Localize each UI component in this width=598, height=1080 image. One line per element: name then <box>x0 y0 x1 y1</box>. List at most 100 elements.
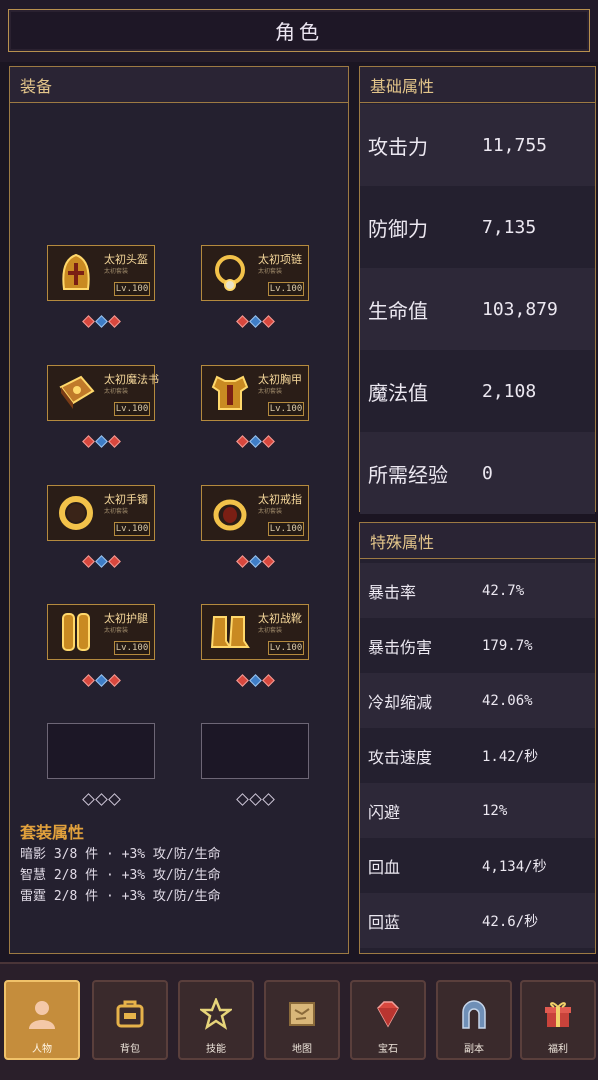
special-attributes-panel: 特殊属性 暴击率 42.7% 暴击伤害 179.7% 冷却缩减 42.06% 攻… <box>359 522 596 954</box>
equipment-slot[interactable]: 太初战靴 太初套装 Lv.100 <box>201 604 309 660</box>
attr-row-mp: 魔法值 2,108 <box>360 350 595 432</box>
equipment-slot[interactable]: 太初胸甲太初套装 Lv.100 <box>201 365 309 421</box>
equipment-slot[interactable]: 太初项链 太初套装 Lv.100 <box>201 245 309 301</box>
attr-label: 生命值 <box>368 298 428 323</box>
equipment-level: Lv.100 <box>114 522 150 536</box>
top-bar: 角色 <box>0 0 598 62</box>
equipment-slot[interactable]: 太初护腿太初套装 Lv.100 <box>47 604 155 660</box>
equipment-level: Lv.100 <box>114 282 150 296</box>
map-icon <box>282 994 322 1034</box>
attr-value: 4,134/秒 <box>482 858 547 875</box>
gem-sockets <box>71 435 131 449</box>
equipment-name: 太初手镯 <box>104 493 148 506</box>
attr-label: 攻击力 <box>368 134 428 159</box>
attr-value: 11,755 <box>482 134 548 156</box>
nav-label: 背包 <box>120 1044 140 1055</box>
empty-equipment-slot[interactable] <box>201 723 309 779</box>
attr-value: 0 <box>482 462 493 484</box>
red-gem-icon <box>235 674 249 687</box>
gem-sockets <box>225 674 285 688</box>
empty-socket-icon <box>235 793 249 806</box>
equipment-panel-title: 装备 <box>10 67 348 103</box>
character-icon <box>22 994 62 1034</box>
blue-gem-icon <box>248 315 262 328</box>
chestplate-icon <box>206 369 254 417</box>
attr-row-dodge: 闪避 12% <box>360 783 595 838</box>
red-gem-icon <box>81 674 95 687</box>
attr-row-crit-damage: 暴击伤害 179.7% <box>360 618 595 673</box>
equipment-set-name: 太初套装 <box>104 508 129 515</box>
equipment-slot[interactable]: 太初手镯太初套装 Lv.100 <box>47 485 155 541</box>
equipment-set-name: 太初套装 <box>104 627 129 634</box>
attr-row-attack: 攻击力 11,755 <box>360 104 595 186</box>
attr-value: 7,135 <box>482 216 537 238</box>
equipment-set-name: 太初套装 <box>104 388 129 395</box>
dungeon-icon <box>454 994 494 1034</box>
attr-row-crit-rate: 暴击率 42.7% <box>360 563 595 618</box>
red-gem-icon <box>235 555 249 568</box>
gem-sockets <box>71 793 131 807</box>
equipment-slot[interactable]: 太初魔法书太初套装 Lv.100 <box>47 365 159 421</box>
set-bonus-line-shadow: 暗影 3/8 件 · +3% 攻/防/生命 <box>20 847 221 862</box>
nav-label: 技能 <box>206 1044 226 1055</box>
equipment-set-name: 太初套装 <box>258 388 283 395</box>
helmet-icon <box>52 249 100 297</box>
attr-label: 回血 <box>368 857 401 877</box>
red-gem-icon <box>235 435 249 448</box>
equipment-slot[interactable]: 太初头盔太初套装 Lv.100 <box>47 245 155 301</box>
nav-skill-button[interactable]: 技能 <box>178 980 254 1060</box>
spellbook-icon <box>52 369 100 417</box>
blue-gem-icon <box>248 674 262 687</box>
nav-dungeon-button[interactable]: 副本 <box>436 980 512 1060</box>
nav-label: 宝石 <box>378 1044 398 1055</box>
red-gem-icon <box>107 674 121 687</box>
equipment-set-name: 太初套装 <box>104 268 129 275</box>
blue-gem-icon <box>94 555 108 568</box>
red-gem-icon <box>81 315 95 328</box>
set-bonus-line-thunder: 雷霆 2/8 件 · +3% 攻/防/生命 <box>20 889 221 904</box>
equipment-level: Lv.100 <box>114 641 150 655</box>
nav-gift-button[interactable]: 福利 <box>520 980 596 1060</box>
blue-gem-icon <box>94 674 108 687</box>
attr-label: 魔法值 <box>368 380 428 405</box>
nav-label: 地图 <box>292 1044 312 1055</box>
nav-gem-button[interactable]: 宝石 <box>350 980 426 1060</box>
leggings-icon <box>52 608 100 656</box>
equipment-level: Lv.100 <box>114 402 150 416</box>
attr-value: 2,108 <box>482 380 537 402</box>
attr-row-hp: 生命值 103,879 <box>360 268 595 350</box>
red-gem-icon <box>107 435 121 448</box>
equipment-name: 太初护腿 <box>104 612 148 625</box>
red-gem-icon <box>107 315 121 328</box>
page-title-box: 角色 <box>8 9 590 52</box>
equipment-level: Lv.100 <box>268 402 304 416</box>
equipment-name: 太初魔法书 <box>104 373 159 386</box>
equipment-name: 太初胸甲 <box>258 373 302 386</box>
equipment-slot[interactable]: 太初戒指 太初套装 Lv.100 <box>201 485 309 541</box>
equipment-name: 太初战靴 <box>258 612 302 625</box>
nav-label: 人物 <box>32 1044 52 1055</box>
nav-character-button[interactable]: 人物 <box>4 980 80 1060</box>
red-gem-icon <box>107 555 121 568</box>
blue-gem-icon <box>94 315 108 328</box>
attr-label: 所需经验 <box>368 462 448 487</box>
equipment-set-name: 太初套装 <box>258 627 283 634</box>
bottom-nav: 人物 背包 技能 地图 宝石 副本 福利 <box>0 962 598 1080</box>
equipment-level: Lv.100 <box>268 522 304 536</box>
empty-equipment-slot[interactable] <box>47 723 155 779</box>
attr-row-exp: 所需经验 0 <box>360 432 595 514</box>
equipment-name: 太初戒指 <box>258 493 302 506</box>
nav-backpack-button[interactable]: 背包 <box>92 980 168 1060</box>
attr-label: 暴击率 <box>368 582 417 602</box>
red-gem-icon <box>235 315 249 328</box>
set-bonus-title: 套装属性 <box>20 823 85 842</box>
attr-row-mp-regen: 回蓝 42.6/秒 <box>360 893 595 948</box>
attr-value: 42.7% <box>482 582 525 599</box>
attr-row-defense: 防御力 7,135 <box>360 186 595 268</box>
equipment-name: 太初项链 <box>258 253 302 266</box>
blue-gem-icon <box>94 435 108 448</box>
red-gem-icon <box>81 435 95 448</box>
attr-row-hp-regen: 回血 4,134/秒 <box>360 838 595 893</box>
nav-map-button[interactable]: 地图 <box>264 980 340 1060</box>
equipment-name: 太初头盔 <box>104 253 148 266</box>
